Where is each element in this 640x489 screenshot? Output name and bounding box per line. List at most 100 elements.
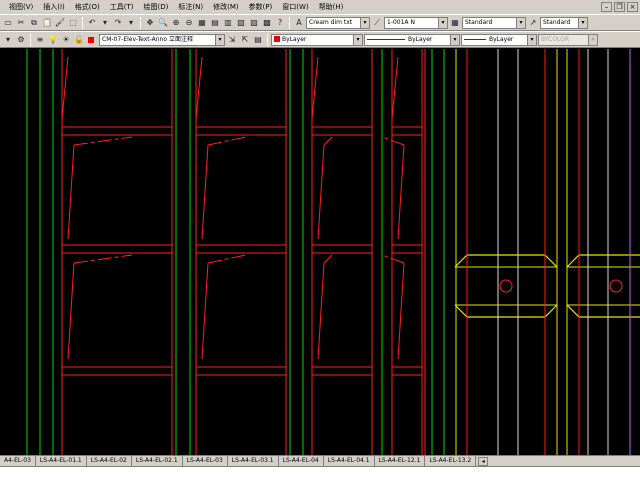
sash-line bbox=[391, 56, 399, 120]
sash-line bbox=[207, 136, 247, 146]
layer-manager-icon[interactable]: ≡ bbox=[34, 34, 46, 46]
layers-toolbar: ▾ ⚙ ≡ 💡 ☀ 🔓 CM-07-Elev-Text-Anno 立面注释 ▾ ⇲… bbox=[0, 31, 640, 48]
separator bbox=[30, 33, 31, 46]
plot-style-select: BYCOLOR ▾ bbox=[538, 33, 598, 46]
new-file-icon[interactable]: ▭ bbox=[2, 17, 14, 29]
chevron-down-icon: ▾ bbox=[588, 34, 597, 45]
layer-on-icon[interactable]: 💡 bbox=[47, 34, 59, 46]
dimension-style-icon[interactable]: ⟋ bbox=[371, 17, 383, 29]
layout-tab[interactable]: LS-A4-EL-04.1 bbox=[324, 456, 375, 466]
menu-modify[interactable]: 修改(M) bbox=[208, 2, 244, 12]
chevron-down-icon: ▾ bbox=[360, 17, 369, 28]
markup-icon[interactable]: ▨ bbox=[248, 17, 260, 29]
drawing-canvas[interactable] bbox=[0, 49, 640, 455]
layer-thaw-icon[interactable]: ☀ bbox=[60, 34, 72, 46]
layout-tabs: A4-EL-03 LS-A4-EL-01.1 LS-A4-EL-02 LS-A4-EL… bbox=[0, 455, 640, 466]
command-line[interactable] bbox=[0, 466, 640, 489]
layout-tab[interactable]: LS-A4-EL-13.2 bbox=[425, 456, 477, 466]
tool-palettes-icon[interactable]: ▥ bbox=[222, 17, 234, 29]
sheet-set-icon[interactable]: ▧ bbox=[235, 17, 247, 29]
separator bbox=[267, 33, 268, 46]
copy-icon[interactable]: ⧉ bbox=[28, 17, 40, 29]
sash-line bbox=[397, 262, 405, 360]
chevron-down-icon: ▾ bbox=[516, 17, 525, 28]
paste-icon[interactable]: 📋 bbox=[41, 17, 53, 29]
separator bbox=[140, 16, 141, 29]
text-style-select[interactable]: Cream dim txt ▾ bbox=[306, 16, 370, 29]
sash-line bbox=[317, 144, 325, 240]
color-swatch bbox=[274, 36, 280, 42]
menu-insert[interactable]: 插入(I) bbox=[38, 2, 70, 12]
separator bbox=[289, 16, 290, 29]
layer-states-icon[interactable]: ▤ bbox=[252, 34, 264, 46]
layout-tab[interactable]: A4-EL-03 bbox=[0, 456, 36, 466]
sash-line bbox=[311, 56, 319, 120]
chevron-down-icon: ▾ bbox=[438, 17, 447, 28]
door-handle bbox=[499, 279, 513, 293]
layout-tab[interactable]: LS-A4-EL-12.1 bbox=[375, 456, 426, 466]
table-style-select[interactable]: Standard ▾ bbox=[462, 16, 526, 29]
restore-icon[interactable]: ❐ bbox=[614, 2, 625, 12]
redo-dropdown-icon[interactable]: ▾ bbox=[125, 17, 137, 29]
close-icon[interactable]: × bbox=[627, 2, 638, 12]
match-properties-icon[interactable]: 🖌 bbox=[54, 17, 66, 29]
zoom-window-icon[interactable]: ⊕ bbox=[170, 17, 182, 29]
workspace-settings-icon[interactable]: ⚙ bbox=[15, 34, 27, 46]
linetype-select[interactable]: ByLayer ▾ bbox=[364, 33, 460, 46]
undo-dropdown-icon[interactable]: ▾ bbox=[99, 17, 111, 29]
layer-select[interactable]: CM-07-Elev-Text-Anno 立面注释 ▾ bbox=[99, 33, 225, 46]
calculator-icon[interactable]: ▩ bbox=[261, 17, 273, 29]
help-icon[interactable]: ? bbox=[274, 17, 286, 29]
menu-help[interactable]: 帮助(H) bbox=[314, 2, 349, 12]
text-style-icon[interactable]: A bbox=[293, 17, 305, 29]
layer-color-icon[interactable] bbox=[86, 34, 98, 46]
undo-icon[interactable]: ↶ bbox=[86, 17, 98, 29]
multileader-style-icon[interactable]: ↗ bbox=[527, 17, 539, 29]
layout-tab[interactable]: LS-A4-EL-03 bbox=[183, 456, 228, 466]
layout-tab[interactable]: LS-A4-EL-02.1 bbox=[132, 456, 183, 466]
color-select[interactable]: ByLayer ▾ bbox=[271, 33, 363, 46]
layout-tab[interactable]: LS-A4-EL-04 bbox=[279, 456, 324, 466]
minimize-icon[interactable]: – bbox=[601, 2, 612, 12]
window-controls: – ❐ × bbox=[601, 2, 640, 12]
sash-line bbox=[201, 262, 209, 360]
block-editor-icon[interactable]: ⬚ bbox=[67, 17, 79, 29]
cut-icon[interactable]: ✂ bbox=[15, 17, 27, 29]
menu-dimension[interactable]: 标注(N) bbox=[173, 2, 208, 12]
make-object-layer-current-icon[interactable]: ⇲ bbox=[226, 34, 238, 46]
layout-tab[interactable]: LS-A4-EL-03.1 bbox=[228, 456, 279, 466]
properties-icon[interactable]: ▦ bbox=[196, 17, 208, 29]
workspace-dropdown-icon[interactable]: ▾ bbox=[2, 34, 14, 46]
menu-view[interactable]: 视图(V) bbox=[4, 2, 38, 12]
sash-line bbox=[201, 144, 209, 240]
door-handle bbox=[609, 279, 623, 293]
layer-lock-icon[interactable]: 🔓 bbox=[73, 34, 85, 46]
menu-parameter[interactable]: 参数(P) bbox=[244, 2, 278, 12]
menu-window[interactable]: 窗口(W) bbox=[277, 2, 313, 12]
linetype-sample bbox=[367, 38, 405, 40]
autocad-window: 视图(V) 插入(I) 格式(O) 工具(T) 绘图(D) 标注(N) 修改(M… bbox=[0, 0, 640, 489]
redo-icon[interactable]: ↷ bbox=[112, 17, 124, 29]
menu-tools[interactable]: 工具(T) bbox=[105, 2, 139, 12]
tab-scroll-icon[interactable]: ◂ bbox=[478, 456, 489, 466]
pan-icon[interactable]: ✥ bbox=[144, 17, 156, 29]
sash-line bbox=[67, 262, 75, 360]
vertical-lines bbox=[26, 49, 631, 455]
lineweight-select[interactable]: ByLayer ▾ bbox=[461, 33, 537, 46]
dimension-style-select[interactable]: 1-001A N ▾ bbox=[384, 16, 448, 29]
menu-draw[interactable]: 绘图(D) bbox=[139, 2, 174, 12]
sash-line bbox=[323, 254, 333, 264]
menu-format[interactable]: 格式(O) bbox=[70, 2, 105, 12]
layer-previous-icon[interactable]: ⇱ bbox=[239, 34, 251, 46]
separator bbox=[82, 16, 83, 29]
table-style-icon[interactable]: ▦ bbox=[449, 17, 461, 29]
sash-line bbox=[317, 262, 325, 360]
zoom-realtime-icon[interactable]: 🔍 bbox=[157, 17, 169, 29]
zoom-previous-icon[interactable]: ⊖ bbox=[183, 17, 195, 29]
layout-tab[interactable]: LS-A4-EL-01.1 bbox=[36, 456, 87, 466]
chevron-down-icon: ▾ bbox=[578, 17, 587, 28]
sash-line bbox=[73, 254, 133, 264]
layout-tab[interactable]: LS-A4-EL-02 bbox=[87, 456, 132, 466]
multileader-style-select[interactable]: Standard ▾ bbox=[540, 16, 588, 29]
design-center-icon[interactable]: ▤ bbox=[209, 17, 221, 29]
